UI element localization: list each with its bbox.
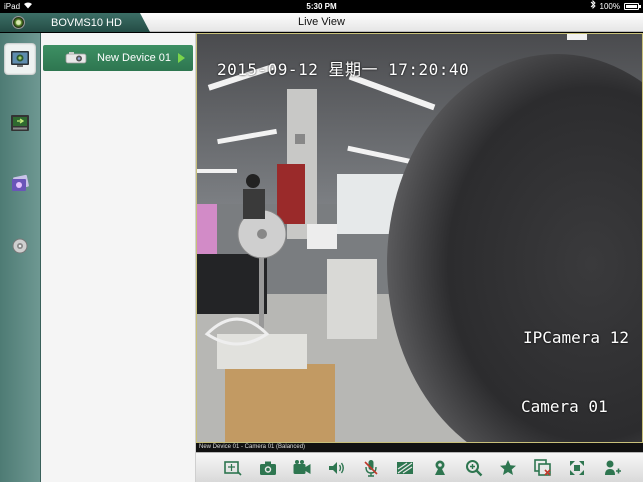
camera-device-icon [65, 52, 87, 64]
ptz-button[interactable] [429, 457, 451, 479]
ptz-icon [434, 460, 445, 475]
image-quality-icon [397, 461, 414, 474]
close-window-button[interactable] [532, 457, 554, 479]
snapshot-button[interactable] [257, 457, 279, 479]
snapshot-icon [259, 461, 276, 475]
nav-gallery[interactable] [4, 168, 36, 200]
zoom-button[interactable] [463, 457, 485, 479]
record-icon [293, 459, 311, 474]
record-button[interactable] [291, 457, 313, 479]
battery-percent: 100% [599, 2, 620, 11]
audio-icon [329, 461, 345, 474]
nav-playback[interactable] [4, 107, 36, 139]
app-header: BOVMS10 HD Live View [0, 13, 643, 32]
favorite-icon [500, 459, 517, 475]
bluetooth-icon [590, 0, 596, 13]
image-quality-button[interactable] [394, 457, 416, 479]
gallery-icon [12, 174, 29, 191]
video-caption: New Device 01 - Camera 01 (Balanced) [196, 443, 643, 452]
live-video-window[interactable]: 2015-09-12 星期一 17:20:40 IPCamera 12 Came… [196, 33, 643, 443]
expand-arrow-icon[interactable] [178, 53, 185, 63]
split-screen-button[interactable] [222, 457, 244, 479]
nav-settings[interactable] [4, 230, 36, 262]
osd-camera-name: IPCamera 12 [523, 328, 629, 347]
nav-rail [0, 33, 41, 482]
talk-button[interactable] [360, 457, 382, 479]
device-add-button[interactable] [601, 457, 623, 479]
osd-channel-name: Camera 01 [521, 397, 608, 416]
live-view-icon [11, 51, 29, 67]
device-name-label: New Device 01 [97, 52, 171, 64]
device-list-item[interactable]: New Device 01 [43, 45, 193, 71]
audio-button[interactable] [325, 457, 347, 479]
favorite-button[interactable] [497, 457, 519, 479]
osd-timestamp: 2015-09-12 星期一 17:20:40 [217, 60, 470, 79]
battery-icon [624, 3, 641, 10]
status-time: 5:30 PM [306, 2, 337, 11]
page-title: Live View [298, 16, 345, 28]
talk-icon [364, 459, 378, 477]
settings-icon [12, 238, 28, 254]
close-window-icon [534, 458, 551, 476]
live-view-toolbar [196, 452, 643, 482]
playback-icon [11, 115, 29, 131]
split-screen-icon [224, 460, 242, 476]
nav-live-view[interactable] [4, 43, 36, 75]
device-add-icon [604, 460, 621, 475]
fullscreen-button[interactable] [566, 457, 588, 479]
fullscreen-icon [570, 460, 585, 475]
zoom-icon [466, 459, 483, 476]
device-list-panel: New Device 01 [41, 33, 196, 482]
camera-feed-image [197, 34, 642, 442]
ios-status-bar: iPad 5:30 PM 100% [0, 0, 643, 13]
